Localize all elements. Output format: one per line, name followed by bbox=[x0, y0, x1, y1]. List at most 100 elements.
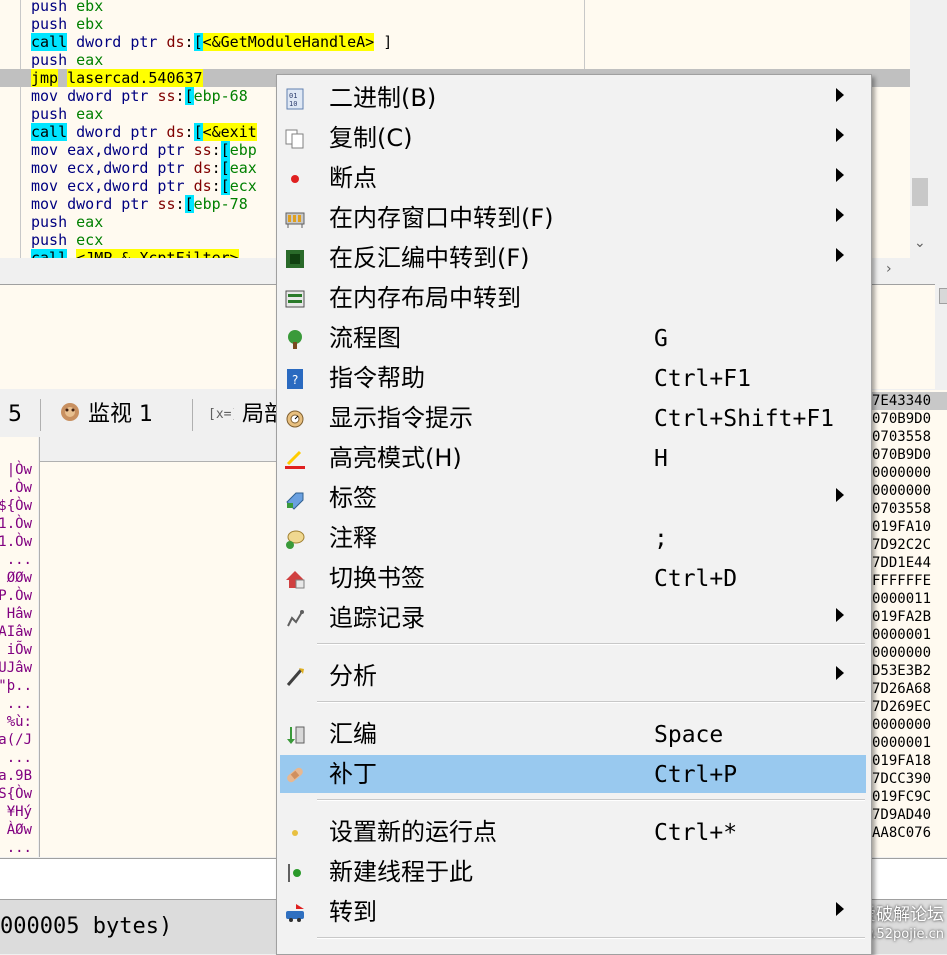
bracket: : bbox=[184, 33, 194, 51]
tab-label: 5 bbox=[8, 402, 22, 427]
menu-item-label: 追踪记录 bbox=[329, 604, 425, 632]
mnemonic: push bbox=[31, 0, 68, 15]
menu-item-new-thread[interactable]: 新建线程于此 bbox=[280, 853, 866, 891]
stack-value[interactable]: 0000011 bbox=[872, 590, 947, 608]
mnemonic: call bbox=[31, 249, 68, 258]
stack-value[interactable]: 0000000 bbox=[872, 482, 947, 500]
stack-value[interactable]: 0000001 bbox=[872, 734, 947, 752]
stack-value[interactable]: 0000000 bbox=[872, 644, 947, 662]
chevron-right-icon[interactable]: › bbox=[886, 261, 892, 277]
menu-separator-highlight bbox=[317, 644, 865, 645]
dump-ascii-row: ... bbox=[6, 552, 32, 568]
instruction: mov ecx,dword ptr ds:[ecx bbox=[31, 177, 257, 195]
bracket-open: [ bbox=[220, 141, 230, 159]
symbol-reference: <&exit bbox=[202, 123, 257, 141]
operand: ebx bbox=[76, 15, 104, 33]
chevron-down-icon[interactable]: ⌄ bbox=[914, 235, 926, 251]
dump-ascii-row: .Òw bbox=[6, 480, 32, 496]
binary-icon: 01 10 bbox=[284, 88, 306, 110]
status-text: 000005 bytes) bbox=[0, 914, 173, 939]
bracket: : bbox=[211, 159, 221, 177]
stack-value[interactable]: 0703558 bbox=[872, 500, 947, 518]
menu-item-disassembly[interactable]: 在反汇编中转到(F) bbox=[280, 239, 866, 277]
tab-divider bbox=[192, 399, 193, 431]
menu-item-new-origin[interactable]: 设置新的运行点 Ctrl+* bbox=[280, 813, 866, 851]
copy-icon bbox=[284, 128, 306, 150]
disassembly-row[interactable]: push ebx bbox=[0, 15, 910, 33]
stack-value[interactable]: 019FA2B bbox=[872, 608, 947, 626]
stack-value[interactable]: 0000000 bbox=[872, 464, 947, 482]
menu-item-graph[interactable]: 流程图 G bbox=[280, 319, 866, 357]
memory-operand: ecx bbox=[229, 177, 257, 195]
menu-item-goto[interactable]: 转到 bbox=[280, 893, 866, 931]
scroll-thumb[interactable] bbox=[912, 178, 928, 206]
menu-item-memory-window[interactable]: 在内存窗口中转到(F) bbox=[280, 199, 866, 237]
stack-pane[interactable]: 7E43340 070B9D0 0703558 070B9D0 0000000 00000… bbox=[868, 390, 947, 857]
disassembly-row[interactable]: push ebx bbox=[0, 0, 910, 15]
dump-ascii-row: AIâw bbox=[0, 624, 32, 640]
instruction: mov eax,dword ptr ss:[ebp bbox=[31, 141, 257, 159]
stack-value[interactable]: 070B9D0 bbox=[872, 410, 947, 428]
menu-item-highlight[interactable]: 高亮模式(H) H bbox=[280, 439, 866, 477]
disassembly-row[interactable]: push eax bbox=[0, 51, 910, 69]
stack-value[interactable]: 0000000 bbox=[872, 716, 947, 734]
operand-prefix: ecx,dword ptr bbox=[67, 177, 194, 195]
menu-item-label: 标签 bbox=[329, 484, 377, 512]
memory-operand: ebp-68 bbox=[193, 87, 248, 105]
menu-item-label: 在反汇编中转到(F) bbox=[329, 244, 530, 272]
tab-watch-1[interactable]: 监视 1 bbox=[58, 393, 153, 436]
menu-item-patch[interactable]: 补丁 Ctrl+P bbox=[280, 755, 866, 793]
tab-dump-5[interactable]: 5 bbox=[8, 393, 22, 436]
memory-operand: ebp bbox=[229, 141, 257, 159]
menu-item-shortcut: Ctrl+P bbox=[654, 762, 738, 788]
symbol-reference: lasercad.540637 bbox=[67, 69, 203, 87]
tab-label: 监视 1 bbox=[88, 402, 153, 427]
stack-value[interactable]: AA8C076 bbox=[872, 824, 947, 842]
menu-item-tooltip[interactable]: 显示指令提示 Ctrl+Shift+F1 bbox=[280, 399, 866, 437]
watch-icon bbox=[61, 403, 79, 421]
disassembly-vertical-scrollbar[interactable]: ⌄ bbox=[910, 0, 930, 258]
menu-item-copy[interactable]: 复制(C) bbox=[280, 119, 866, 157]
stack-value[interactable]: 070B9D0 bbox=[872, 446, 947, 464]
stack-value[interactable]: 7D269EC bbox=[872, 698, 947, 716]
stack-value[interactable]: 7E43340 bbox=[872, 392, 947, 410]
menu-item-bookmark[interactable]: 切换书签 Ctrl+D bbox=[280, 559, 866, 597]
stack-value[interactable]: 7DD1E44 bbox=[872, 554, 947, 572]
menu-item-trace[interactable]: 追踪记录 bbox=[280, 599, 866, 637]
new-thread-icon bbox=[284, 862, 306, 884]
stack-value[interactable]: 019FA10 bbox=[872, 518, 947, 536]
menu-item-label[interactable]: 标签 bbox=[280, 479, 866, 517]
stack-value[interactable]: 7DCC390 bbox=[872, 770, 947, 788]
info-pane-scrollbar[interactable] bbox=[937, 284, 947, 388]
tab-locals[interactable]: [x=] 局部 bbox=[208, 393, 286, 436]
stack-value[interactable]: 0000001 bbox=[872, 626, 947, 644]
disassembly-icon bbox=[284, 248, 306, 270]
dump-ascii-row: Hâw bbox=[6, 606, 32, 622]
scroll-thumb[interactable] bbox=[939, 288, 947, 304]
menu-item-breakpoint[interactable]: 断点 bbox=[280, 159, 866, 197]
stack-value[interactable]: 7D9AD40 bbox=[872, 806, 947, 824]
stack-value[interactable]: D53E3B2 bbox=[872, 662, 947, 680]
menu-item-memory-map[interactable]: 在内存布局中转到 bbox=[280, 279, 866, 317]
menu-item-help[interactable]: ? 指令帮助 Ctrl+F1 bbox=[280, 359, 866, 397]
disassembly-row[interactable]: call dword ptr ds:[<&GetModuleHandleA> ] bbox=[0, 33, 910, 51]
stack-value[interactable]: 0703558 bbox=[872, 428, 947, 446]
stack-value[interactable]: 019FA18 bbox=[872, 752, 947, 770]
stack-value[interactable]: 019FC9C bbox=[872, 788, 947, 806]
mnemonic: mov bbox=[31, 195, 59, 213]
submenu-arrow-icon bbox=[836, 488, 844, 502]
dump-header bbox=[40, 437, 280, 462]
dump-pane[interactable] bbox=[40, 437, 280, 857]
instruction: call dword ptr ds:[<&GetModuleHandleA> ] bbox=[31, 33, 392, 51]
menu-item-label: 流程图 bbox=[329, 324, 401, 352]
stack-value[interactable]: 7D92C2C bbox=[872, 536, 947, 554]
stack-value[interactable]: 7D26A68 bbox=[872, 680, 947, 698]
menu-item-assemble[interactable]: 汇编 Space bbox=[280, 715, 866, 753]
stack-value[interactable]: FFFFFFE bbox=[872, 572, 947, 590]
menu-item-comment[interactable]: 注释; bbox=[280, 519, 866, 557]
menu-item-analysis[interactable]: 分析 bbox=[280, 657, 866, 695]
menu-item-binary[interactable]: 01 10 二进制(B) bbox=[280, 79, 866, 117]
